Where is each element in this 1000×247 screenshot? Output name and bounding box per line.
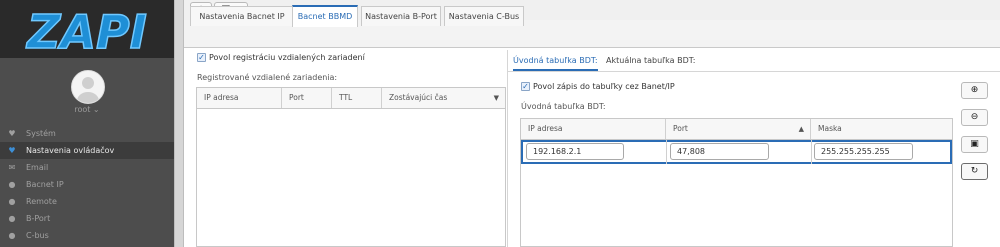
- sidebar-nav: ♥ Systém ♥ Nastavenia ovládačov ✉ Email ● Ba…: [0, 125, 174, 244]
- remove-row-button[interactable]: ⊖: [961, 109, 988, 126]
- tab-bacnet-ip-settings[interactable]: Nastavenia Bacnet IP: [190, 6, 294, 26]
- globe-icon: ●: [8, 231, 16, 240]
- minus-icon: ⊖: [970, 112, 979, 122]
- sidebar-item-controller-settings[interactable]: ♥ Nastavenia ovládačov: [0, 142, 174, 159]
- registered-devices-table[interactable]: IP adresa Port TTL Zostávajúci čas ▼: [196, 87, 506, 247]
- reload-button[interactable]: ↻: [961, 163, 988, 180]
- globe-icon: ●: [8, 180, 16, 189]
- logo-icon: ZAPI: [24, 4, 147, 58]
- panel-divider: [507, 50, 508, 247]
- sidebar-item-label: C-bus: [26, 231, 49, 240]
- avatar[interactable]: [71, 70, 105, 104]
- column-remaining-time[interactable]: Zostávajúci čas ▼: [382, 88, 505, 108]
- column-ttl[interactable]: TTL: [332, 88, 382, 108]
- sidebar-item-email[interactable]: ✉ Email: [0, 159, 174, 176]
- tab-b-port-settings[interactable]: Nastavenia B-Port: [361, 6, 441, 26]
- sidebar-item-c-bus[interactable]: ● C-bus: [0, 227, 174, 244]
- registered-devices-heading: Registrované vzdialené zariadenia:: [197, 73, 338, 82]
- user-icon: [77, 77, 99, 103]
- subtabs-underline: [508, 71, 1000, 72]
- panel-splitter[interactable]: [174, 0, 184, 247]
- column-ip-address[interactable]: IP adresa: [197, 88, 282, 108]
- row-divider: [666, 140, 667, 164]
- sidebar-item-label: Systém: [26, 129, 56, 138]
- sidebar-item-b-port[interactable]: ● B-Port: [0, 210, 174, 227]
- logo-text: ZAPI: [25, 5, 147, 58]
- sidebar-item-label: B-Port: [26, 214, 51, 223]
- column-port[interactable]: Port ▲: [666, 119, 811, 139]
- sidebar-item-label: Nastavenia ovládačov: [26, 146, 115, 155]
- allow-write-label: Povol zápis do tabuľky cez Banet/IP: [533, 82, 675, 91]
- username-menu[interactable]: root ⌄: [0, 105, 174, 114]
- subtab-current-bdt[interactable]: Aktuálna tabuľka BDT:: [606, 56, 695, 65]
- sidebar-item-system[interactable]: ♥ Systém: [0, 125, 174, 142]
- initial-bdt-heading: Úvodná tabuľka BDT:: [521, 102, 606, 111]
- mask-input[interactable]: 255.255.255.255: [814, 143, 913, 160]
- logo-area: ZAPI: [0, 0, 174, 58]
- bdt-table[interactable]: IP adresa Port ▲ Maska: [520, 118, 953, 247]
- register-devices-label: Povol registráciu vzdialených zariadení: [209, 53, 365, 62]
- globe-icon: ●: [8, 197, 16, 206]
- tab-bacnet-bbmd[interactable]: Bacnet BBMD: [292, 5, 358, 27]
- register-devices-checkbox[interactable]: ✓: [197, 53, 206, 62]
- globe-icon: ●: [8, 214, 16, 223]
- heart-icon: ♥: [8, 129, 16, 138]
- column-ip-address[interactable]: IP adresa: [521, 119, 666, 139]
- column-mask[interactable]: Maska: [811, 119, 952, 139]
- refresh-icon: ↻: [970, 166, 979, 176]
- port-input[interactable]: 47,808: [670, 143, 769, 160]
- plus-icon: ⊕: [970, 85, 979, 95]
- tab-c-bus-settings[interactable]: Nastavenia C-Bus: [444, 6, 524, 26]
- sidebar-item-label: Remote: [26, 197, 57, 206]
- heart-icon: ♥: [8, 146, 16, 155]
- table-header: IP adresa Port TTL Zostávajúci čas ▼: [197, 88, 505, 109]
- sort-desc-icon: ▼: [493, 94, 499, 102]
- column-remaining-time-label: Zostávajúci čas: [389, 93, 448, 102]
- save-button[interactable]: ▣: [961, 136, 988, 153]
- row-divider: [811, 140, 812, 164]
- sidebar-item-bacnet-ip[interactable]: ● Bacnet IP: [0, 176, 174, 193]
- save-icon: ▣: [970, 139, 979, 149]
- sidebar-item-label: Bacnet IP: [26, 180, 64, 189]
- table-header: IP adresa Port ▲ Maska: [521, 119, 952, 140]
- subtab-initial-bdt[interactable]: Úvodná tabuľka BDT:: [513, 56, 598, 71]
- envelope-icon: ✉: [8, 163, 16, 172]
- ip-address-input[interactable]: 192.168.2.1: [526, 143, 624, 160]
- allow-write-checkbox[interactable]: ✓: [521, 82, 530, 91]
- add-row-button[interactable]: ⊕: [961, 82, 988, 99]
- sidebar-item-label: Email: [26, 163, 49, 172]
- sidebar-item-remote[interactable]: ● Remote: [0, 193, 174, 210]
- column-port-label: Port: [673, 124, 688, 133]
- sort-asc-icon: ▲: [798, 125, 804, 133]
- column-port[interactable]: Port: [282, 88, 332, 108]
- tabs-underline: [184, 47, 1000, 48]
